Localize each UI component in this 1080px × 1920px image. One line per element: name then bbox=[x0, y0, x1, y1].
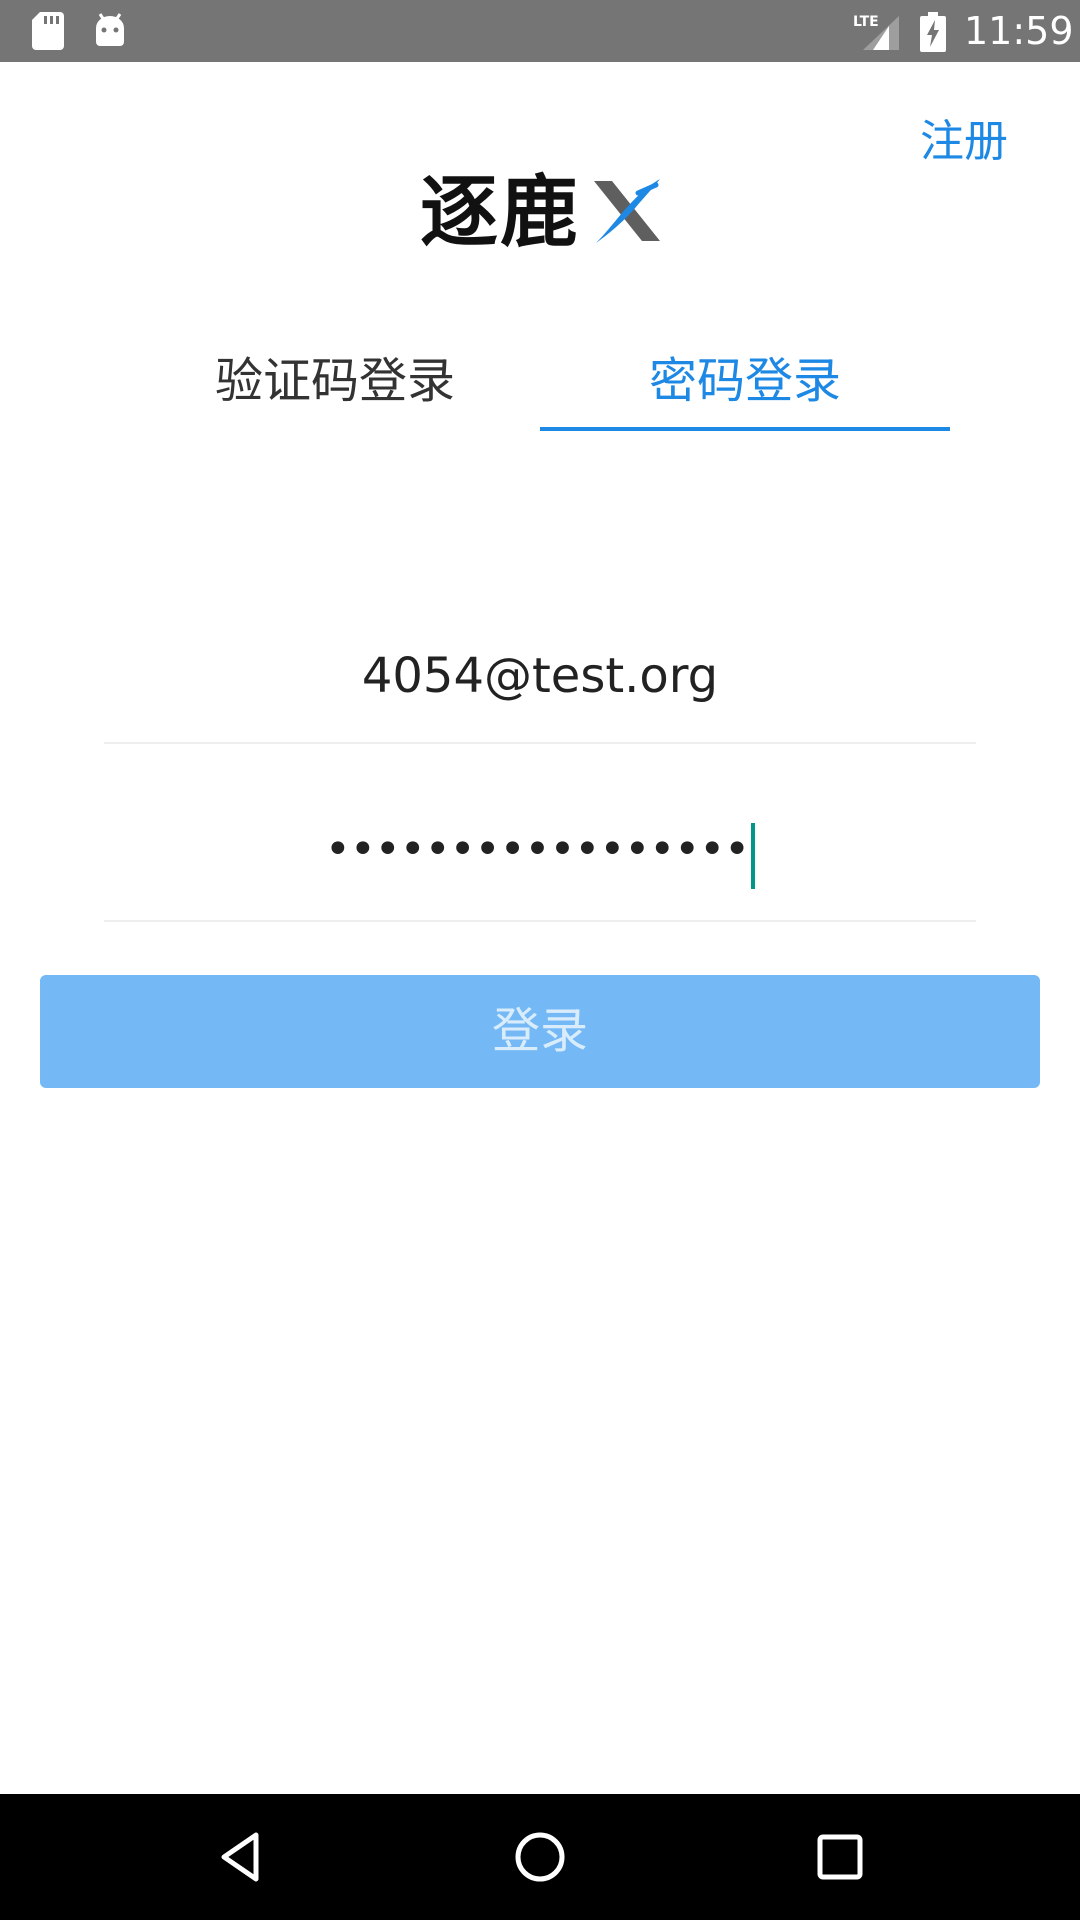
clock-time: 11:59 bbox=[964, 9, 1074, 53]
x-logo-icon bbox=[590, 175, 662, 251]
login-screen: LTE 11:59 注册 逐鹿 验证码登录 密码登录 4054@test.org… bbox=[0, 0, 1080, 1920]
tab-sms-code-login[interactable]: 验证码登录 bbox=[130, 340, 540, 436]
sd-card-icon bbox=[32, 12, 64, 54]
logo-text: 逐鹿 bbox=[420, 167, 581, 258]
back-icon[interactable] bbox=[210, 1827, 270, 1891]
active-tab-indicator bbox=[540, 427, 950, 431]
email-value: 4054@test.org bbox=[361, 648, 719, 704]
battery-charging-icon bbox=[920, 12, 946, 56]
register-link[interactable]: 注册 bbox=[920, 112, 1008, 172]
recents-icon[interactable] bbox=[810, 1827, 870, 1891]
navigation-bar bbox=[0, 1794, 1080, 1920]
status-bar: LTE 11:59 bbox=[0, 0, 1080, 62]
svg-text:LTE: LTE bbox=[853, 14, 879, 30]
lte-signal-icon: LTE bbox=[853, 12, 901, 56]
password-value: ••••••••••••••••• bbox=[324, 824, 750, 875]
app-logo: 逐鹿 bbox=[420, 168, 662, 258]
email-field[interactable]: 4054@test.org bbox=[104, 622, 976, 744]
tab-password-login[interactable]: 密码登录 bbox=[540, 340, 950, 436]
android-icon bbox=[94, 12, 126, 52]
home-icon[interactable] bbox=[510, 1827, 570, 1891]
password-field[interactable]: ••••••••••••••••• bbox=[104, 800, 976, 922]
text-caret bbox=[751, 822, 756, 889]
login-button[interactable]: 登录 bbox=[40, 975, 1040, 1088]
